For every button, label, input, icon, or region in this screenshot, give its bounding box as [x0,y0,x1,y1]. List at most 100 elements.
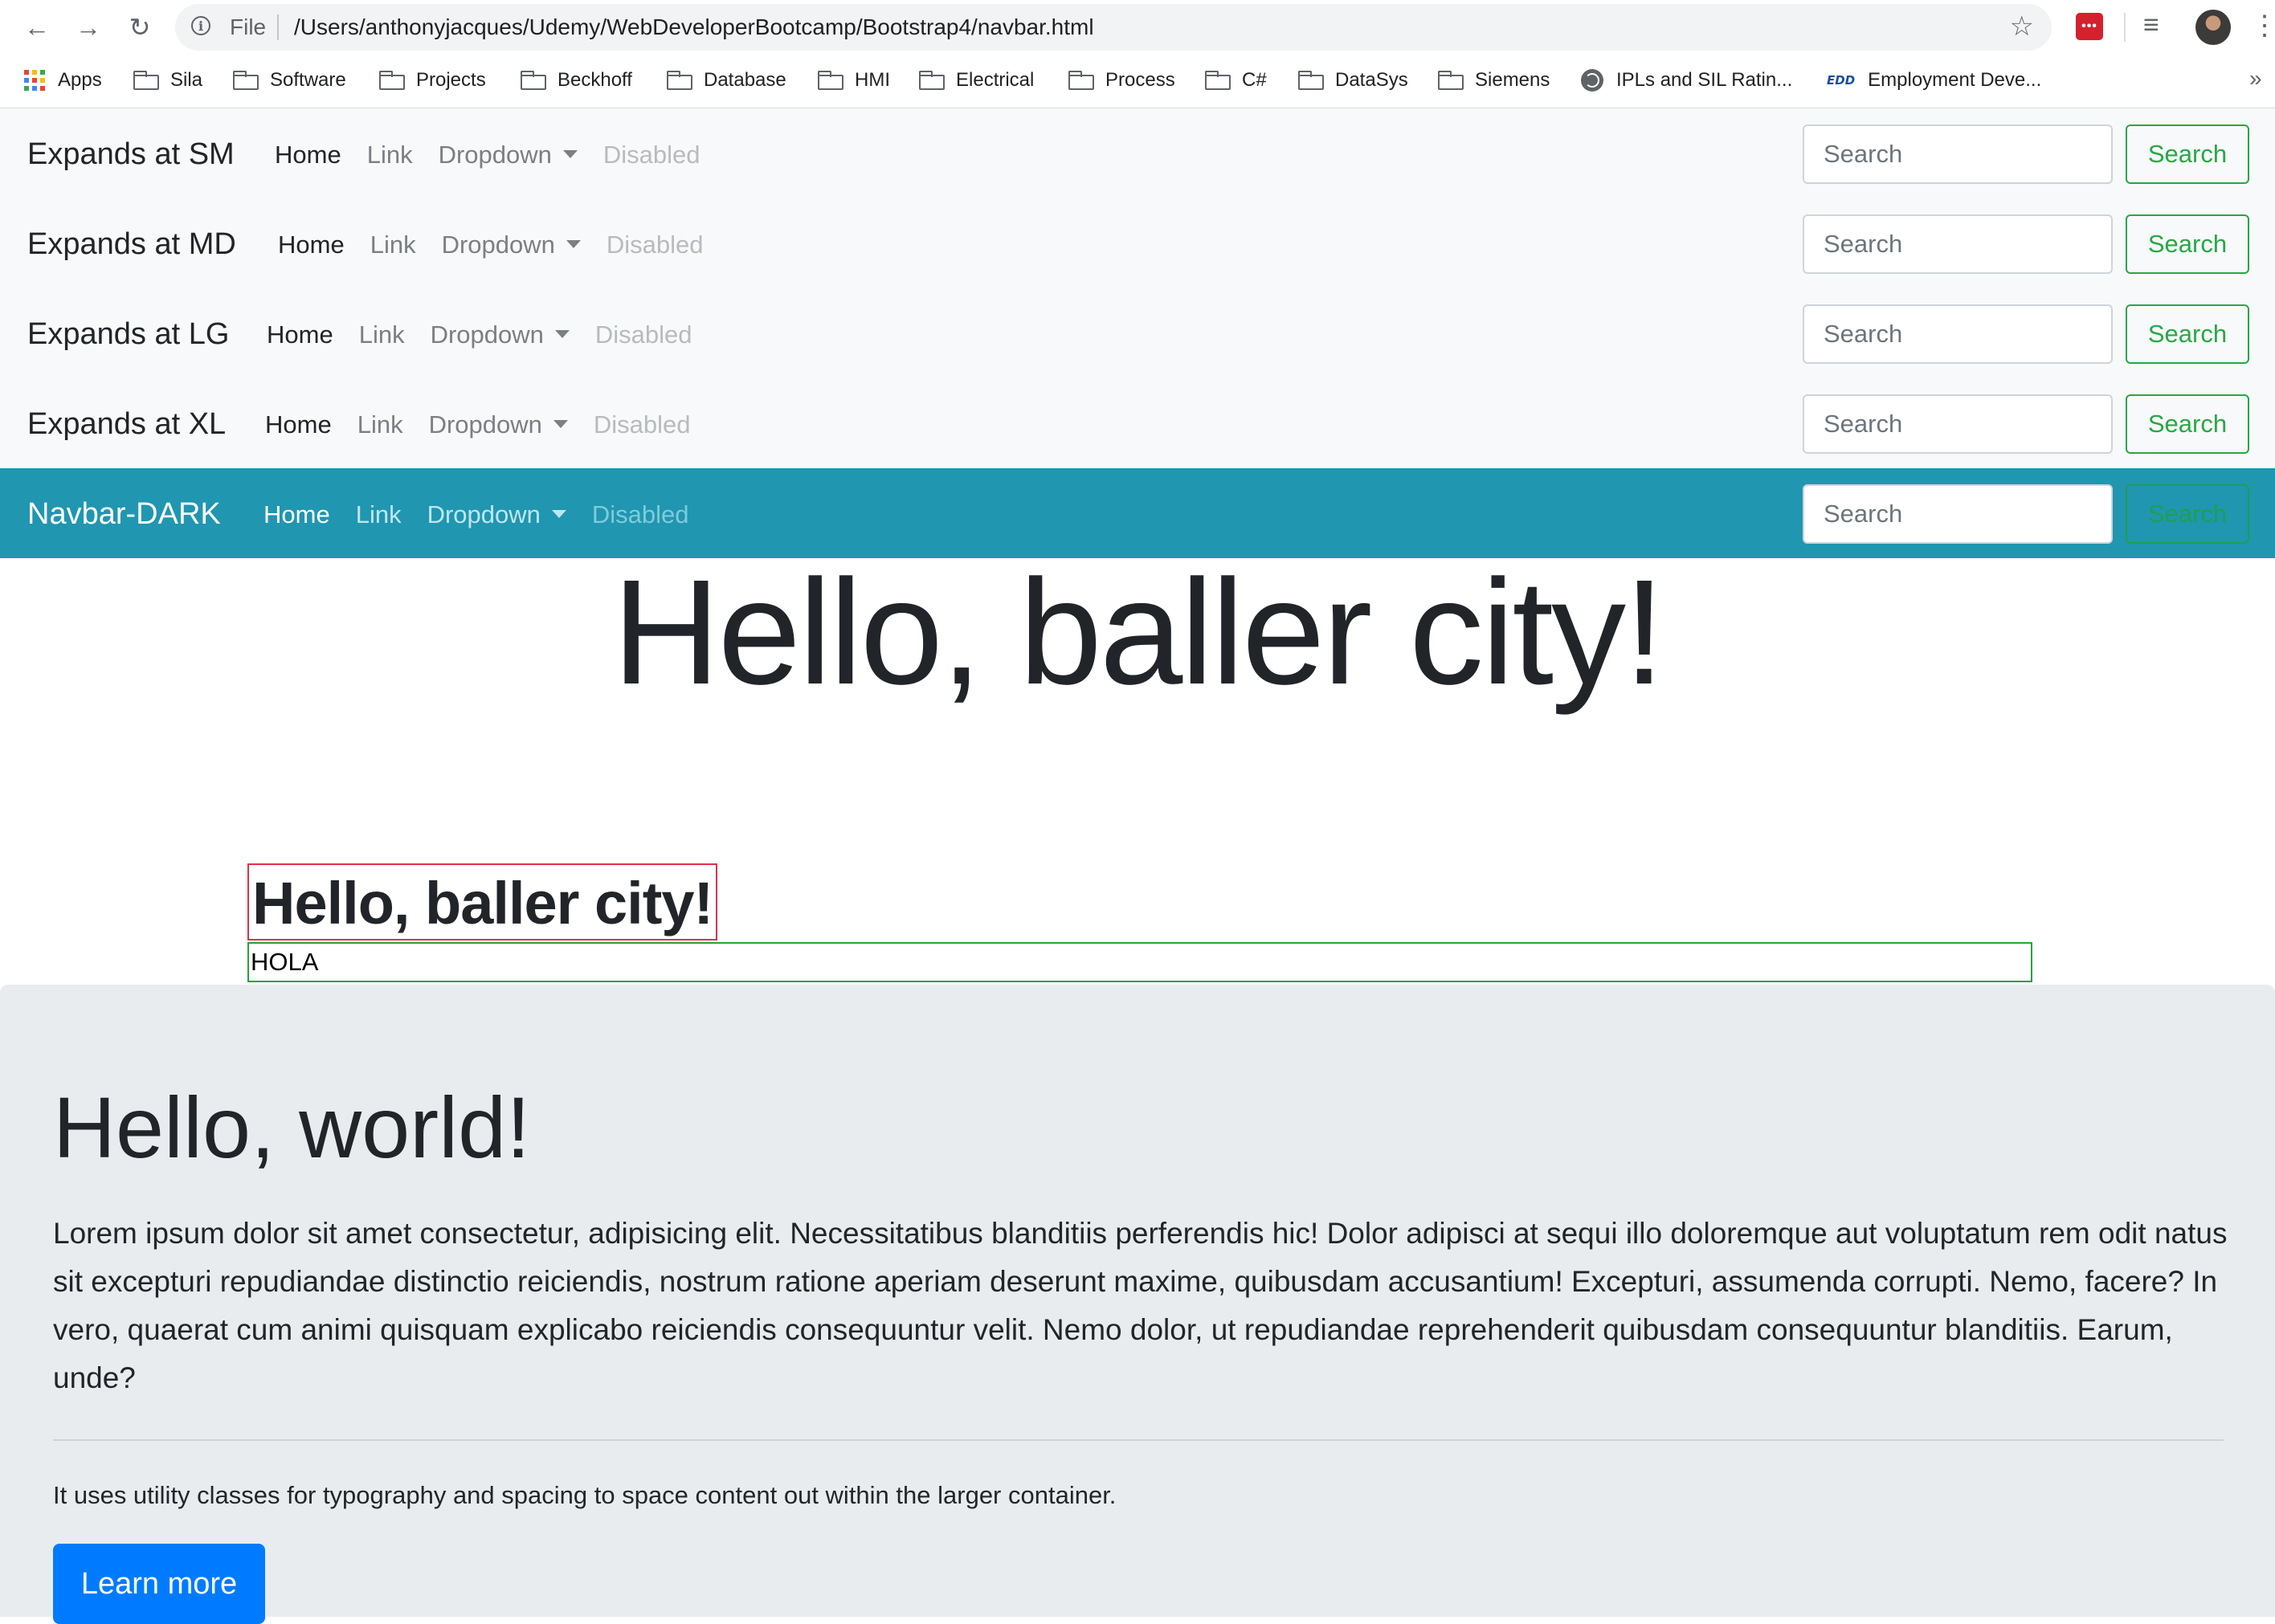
divider [53,1439,2224,1441]
display-heading: Hello, baller city! [612,549,1664,716]
edd-icon: EDD [1827,73,1856,88]
nav-links: Home Link Dropdown Disabled [263,500,689,529]
nav-link-home[interactable]: Home [278,231,345,259]
bookmark-datasys[interactable]: DataSys [1298,64,1408,96]
nav-link-disabled: Disabled [594,320,692,349]
bookmark-ipls-sil[interactable]: IPLs and SIL Ratin... [1581,64,1792,96]
bookmark-label: IPLs and SIL Ratin... [1616,69,1793,91]
bookmark-label: Electrical [956,69,1035,91]
navbar-brand[interactable]: Expands at SM [27,137,235,172]
bookmark-label: HMI [855,69,890,91]
reload-icon[interactable]: ↻ [124,11,156,43]
bookmark-electrical[interactable]: Electrical [919,64,1034,96]
nav-links: Home Link Dropdown Disabled [267,320,692,349]
bookmark-label: Beckhoff [558,69,632,91]
caret-down-icon [551,509,566,518]
nav-link-link[interactable]: Link [359,320,405,349]
profile-avatar[interactable] [2195,10,2231,45]
dropdown-label: Dropdown [441,231,555,259]
bookmark-employment[interactable]: EDD Employment Deve... [1827,64,2041,96]
nav-link-link[interactable]: Link [357,410,403,439]
folder-icon [1298,71,1324,90]
nav-link-home[interactable]: Home [267,320,333,349]
search-input[interactable] [1803,124,2113,184]
search-button[interactable]: Search [2126,304,2249,364]
info-icon[interactable]: i [191,16,210,35]
outlined-heading: Hello, baller city! [247,863,718,941]
extension-icon[interactable]: ••• [2076,13,2103,40]
learn-more-button[interactable]: Learn more [53,1544,265,1624]
nav-link-link[interactable]: Link [356,500,402,529]
bookmark-software[interactable]: Software [233,64,346,96]
jumbotron-title: Hello, world! [53,1079,531,1176]
more-menu-icon[interactable]: ⋮ [2251,10,2275,42]
dropdown-label: Dropdown [430,320,544,349]
nav-dropdown[interactable]: Dropdown [427,500,566,529]
forward-arrow-icon[interactable]: → [72,11,104,43]
jumbotron: Hello, world! Lorem ipsum dolor sit amet… [0,985,2275,1624]
bookmark-label: Sila [170,69,203,91]
bookmark-sila[interactable]: Sila [133,64,202,96]
dropdown-label: Dropdown [428,410,542,439]
nav-dropdown[interactable]: Dropdown [431,320,570,349]
bookmark-label: DataSys [1335,69,1408,91]
nav-dropdown[interactable]: Dropdown [429,410,568,439]
navbar-dark: Navbar-DARK Home Link Dropdown Disabled … [0,468,2275,558]
caret-down-icon [553,419,568,428]
folder-icon [667,71,692,90]
nav-links: Home Link Dropdown Disabled [265,410,691,439]
bookmark-apps[interactable]: Apps [24,64,102,96]
nav-link-home[interactable]: Home [265,410,332,439]
url-text[interactable]: /Users/anthonyjacques/Udemy/WebDeveloper… [294,14,1094,40]
navbar-brand[interactable]: Expands at MD [27,227,236,262]
search-button[interactable]: Search [2126,394,2249,454]
back-arrow-icon[interactable]: ← [21,11,53,43]
folder-icon [133,71,159,90]
dropdown-label: Dropdown [438,141,552,169]
folder-icon [1438,71,1464,90]
nav-link-home[interactable]: Home [263,500,330,529]
nav-dropdown[interactable]: Dropdown [439,141,578,169]
bookmark-projects[interactable]: Projects [379,64,486,96]
nav-link-home[interactable]: Home [275,141,341,169]
search-input[interactable] [1803,394,2113,454]
search-button[interactable]: Search [2126,214,2249,274]
bookmark-label: Projects [416,69,486,91]
bookmark-beckhoff[interactable]: Beckhoff [521,64,632,96]
navbar-brand[interactable]: Expands at XL [27,407,226,442]
search-input[interactable] [1803,214,2113,274]
bookmark-csharp[interactable]: C# [1205,64,1267,96]
bookmarks-bar: Apps Sila Software Projects Beckhoff Dat… [0,55,2275,108]
hola-text-box: HOLA [247,942,2032,982]
folder-icon [818,71,843,90]
search-button[interactable]: Search [2126,124,2249,184]
nav-link-link[interactable]: Link [367,141,413,169]
globe-icon [1581,69,1603,92]
address-bar[interactable]: i File /Users/anthonyjacques/Udemy/WebDe… [175,4,2052,51]
url-scheme-label: File [230,14,267,39]
navbar-brand[interactable]: Navbar-DARK [27,497,221,532]
caret-down-icon [554,329,570,338]
bookmark-database[interactable]: Database [667,64,786,96]
apps-grid-icon [24,70,45,91]
media-queue-icon[interactable]: ≡ [2143,10,2159,41]
navbar-brand[interactable]: Expands at LG [27,317,229,352]
folder-icon [1205,71,1231,90]
bookmark-hmi[interactable]: HMI [818,64,890,96]
bookmarks-overflow-icon[interactable]: » [2249,66,2262,92]
nav-link-disabled: Disabled [591,500,689,528]
nav-dropdown[interactable]: Dropdown [442,231,581,259]
search-input[interactable] [1803,304,2113,364]
bookmark-siemens[interactable]: Siemens [1438,64,1550,96]
navbar-md: Expands at MD Home Link Dropdown Disable… [0,198,2275,288]
search-input[interactable] [1803,484,2113,544]
folder-icon [233,71,259,90]
search-button[interactable]: Search [2126,484,2249,544]
nav-links: Home Link Dropdown Disabled [278,231,704,259]
bookmark-star-icon[interactable]: ☆ [2010,10,2034,43]
omnibox-divider [277,14,279,40]
folder-icon [919,71,945,90]
browser-toolbar: ← → ↻ i File /Users/anthonyjacques/Udemy… [0,0,2275,55]
nav-link-link[interactable]: Link [370,231,416,259]
bookmark-process[interactable]: Process [1068,64,1175,96]
